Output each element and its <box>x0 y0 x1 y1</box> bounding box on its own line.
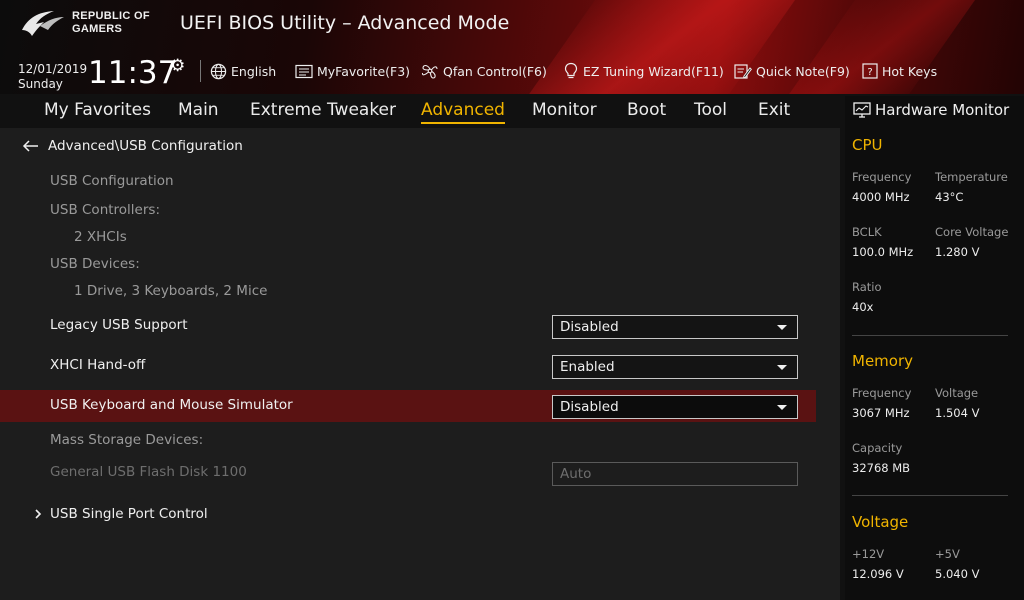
main-tab-bar: My Favorites Main Extreme Tweaker Advanc… <box>0 96 840 128</box>
cpu-temperature-value: 43°C <box>935 190 964 204</box>
favorite-list-icon <box>295 64 313 78</box>
memory-heading: Memory <box>852 352 914 370</box>
breadcrumb[interactable]: Advanced\USB Configuration <box>22 138 243 154</box>
lightbulb-icon <box>564 62 578 79</box>
memory-capacity-value: 32768 MB <box>852 461 911 475</box>
qfan-control-button[interactable]: Qfan Control(F6) <box>421 61 547 81</box>
language-button[interactable]: English <box>210 61 276 81</box>
xhci-hand-off-label: XHCI Hand-off <box>50 357 146 373</box>
app-title: UEFI BIOS Utility – Advanced Mode <box>180 12 510 34</box>
usb-devices-value: 1 Drive, 3 Keyboards, 2 Mice <box>74 283 268 299</box>
cpu-core-voltage-value: 1.280 V <box>935 245 980 259</box>
settings-scrollbar[interactable] <box>836 128 840 600</box>
language-label: English <box>231 63 277 79</box>
myfavorite-button[interactable]: MyFavorite(F3) <box>295 61 410 81</box>
hw-title-text: Hardware Monitor <box>875 101 1010 119</box>
toolbar-divider <box>200 60 201 82</box>
ez-tuning-wizard-button[interactable]: EZ Tuning Wizard(F11) <box>563 61 724 81</box>
tab-my-favorites[interactable]: My Favorites <box>44 100 151 120</box>
svg-text:?: ? <box>867 67 872 78</box>
quick-note-button[interactable]: Quick Note(F9) <box>734 61 850 81</box>
memory-capacity-label: Capacity <box>852 441 903 455</box>
cpu-heading: CPU <box>852 136 883 154</box>
brand-line2: GAMERS <box>72 23 123 35</box>
usb-configuration-heading: USB Configuration <box>50 173 174 189</box>
monitor-icon <box>853 102 871 118</box>
globe-icon <box>210 63 227 79</box>
legacy-usb-support-value: Disabled <box>560 319 619 335</box>
cpu-bclk-value: 100.0 MHz <box>852 245 914 259</box>
memory-frequency-value: 3067 MHz <box>852 406 910 420</box>
voltage-heading: Voltage <box>852 513 909 531</box>
submenu-label: USB Single Port Control <box>50 506 208 522</box>
cpu-core-voltage-label: Core Voltage <box>935 225 1009 239</box>
xhci-hand-off-value: Enabled <box>560 359 615 375</box>
note-pencil-icon <box>734 63 752 79</box>
cpu-frequency-label: Frequency <box>852 170 912 184</box>
hardware-monitor-panel: Hardware Monitor CPU Frequency Temperatu… <box>845 96 1024 600</box>
usb-kbm-simulator-label: USB Keyboard and Mouse Simulator <box>50 397 293 413</box>
mass-storage-devices-label: Mass Storage Devices: <box>50 432 204 448</box>
clock-time: 11:37 <box>88 55 178 91</box>
usb-devices-label: USB Devices: <box>50 256 140 272</box>
settings-panel: Advanced\USB Configuration USB Configura… <box>0 128 840 600</box>
ez-tuning-label: EZ Tuning Wizard(F11) <box>583 63 724 79</box>
cpu-bclk-label: BCLK <box>852 225 882 239</box>
section-divider <box>852 495 1008 496</box>
quick-note-label: Quick Note(F9) <box>756 63 850 79</box>
voltage-5v-label: +5V <box>935 547 960 561</box>
brand-line1: REPUBLIC OF <box>72 10 150 22</box>
hardware-monitor-title: Hardware Monitor <box>853 101 1009 119</box>
qfan-label: Qfan Control(F6) <box>443 63 547 79</box>
rog-logo-icon <box>22 11 64 36</box>
cpu-temperature-label: Temperature <box>935 170 1008 184</box>
tab-exit[interactable]: Exit <box>758 100 790 120</box>
legacy-usb-support-select[interactable]: Disabled <box>552 315 798 339</box>
hot-keys-label: Hot Keys <box>882 63 938 79</box>
help-question-icon: ? <box>862 63 878 79</box>
chevron-right-icon <box>35 509 42 519</box>
usb-single-port-control-link[interactable]: USB Single Port Control <box>34 506 208 522</box>
tab-boot[interactable]: Boot <box>627 100 666 120</box>
header-bar: REPUBLIC OF GAMERS UEFI BIOS Utility – A… <box>0 0 1024 94</box>
usb-kbm-simulator-value: Disabled <box>560 399 619 415</box>
memory-voltage-label: Voltage <box>935 386 979 400</box>
back-arrow-icon[interactable] <box>22 139 40 153</box>
cpu-frequency-value: 4000 MHz <box>852 190 910 204</box>
memory-frequency-label: Frequency <box>852 386 912 400</box>
clock-settings-gear-icon[interactable]: ⚙ <box>170 56 185 76</box>
voltage-5v-value: 5.040 V <box>935 567 980 581</box>
flash-disk-emulation-field: Auto <box>552 462 798 486</box>
weekday-text: Sunday <box>18 77 63 91</box>
cpu-ratio-label: Ratio <box>852 280 882 294</box>
tab-main[interactable]: Main <box>178 100 219 120</box>
memory-voltage-value: 1.504 V <box>935 406 980 420</box>
myfavorite-label: MyFavorite(F3) <box>317 63 411 79</box>
date-text: 12/01/2019 <box>18 62 88 76</box>
tab-advanced[interactable]: Advanced <box>421 100 505 124</box>
flash-disk-value: Auto <box>560 466 592 482</box>
tab-extreme-tweaker[interactable]: Extreme Tweaker <box>250 100 396 120</box>
breadcrumb-path: Advanced\USB Configuration <box>48 138 243 154</box>
dropdown-caret-icon <box>777 365 787 370</box>
hot-keys-button[interactable]: ? Hot Keys <box>862 61 937 81</box>
usb-controllers-value: 2 XHCIs <box>74 229 127 245</box>
legacy-usb-support-label: Legacy USB Support <box>50 317 188 333</box>
voltage-12v-value: 12.096 V <box>852 567 904 581</box>
flash-disk-label: General USB Flash Disk 1100 <box>50 464 247 480</box>
cpu-ratio-value: 40x <box>852 300 874 314</box>
voltage-12v-label: +12V <box>852 547 885 561</box>
dropdown-caret-icon <box>777 405 787 410</box>
usb-controllers-label: USB Controllers: <box>50 202 160 218</box>
tab-tool[interactable]: Tool <box>694 100 727 120</box>
usb-kbm-simulator-select[interactable]: Disabled <box>552 395 798 419</box>
dropdown-caret-icon <box>777 325 787 330</box>
tab-monitor[interactable]: Monitor <box>532 100 597 120</box>
brand-name: REPUBLIC OF GAMERS <box>72 10 150 36</box>
xhci-hand-off-select[interactable]: Enabled <box>552 355 798 379</box>
section-divider <box>852 335 1008 336</box>
fan-icon <box>421 64 438 79</box>
